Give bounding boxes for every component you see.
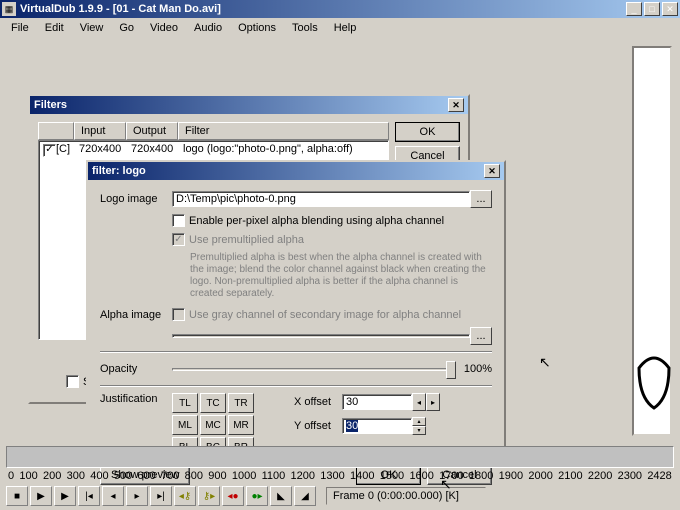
prev-button[interactable]: ◂	[102, 486, 124, 506]
ruler: 0100200300400500600700800900100011001200…	[6, 470, 674, 482]
timeline[interactable]	[6, 446, 674, 468]
play-input-button[interactable]: ▶	[30, 486, 52, 506]
menu-help[interactable]: Help	[327, 20, 364, 36]
col-check[interactable]	[38, 122, 74, 140]
filters-titlebar[interactable]: Filters ✕	[30, 96, 468, 114]
scene-prev-button[interactable]: ◂●	[222, 486, 244, 506]
menu-audio[interactable]: Audio	[187, 20, 229, 36]
menubar: File Edit View Go Video Audio Options To…	[0, 18, 680, 38]
menu-tools[interactable]: Tools	[285, 20, 325, 36]
status-bar: Frame 0 (0:00:00.000) [K]	[326, 487, 486, 505]
premult-checkbox: ✓	[172, 233, 185, 246]
just-tl[interactable]: TL	[172, 393, 198, 413]
alpha-browse-button[interactable]: ...	[470, 327, 492, 345]
filters-ok-button[interactable]: OK	[395, 122, 460, 142]
maximize-button[interactable]: □	[644, 2, 660, 16]
scene-next-button[interactable]: ●▸	[246, 486, 268, 506]
x-right-button[interactable]: ▸	[426, 393, 440, 411]
logo-image-input[interactable]: D:\Temp\pic\photo-0.png	[172, 191, 470, 207]
menu-view[interactable]: View	[73, 20, 111, 36]
show-image-checkbox[interactable]	[66, 375, 79, 388]
mark-in-button[interactable]: ◣	[270, 486, 292, 506]
browse-button[interactable]: ...	[470, 190, 492, 208]
table-row[interactable]: ✓[C] 720x400 720x400 logo (logo:"photo-0…	[39, 141, 388, 159]
app-title: VirtualDub 1.9.9 - [01 - Cat Man Do.avi]	[20, 3, 626, 15]
gray-label: Use gray channel of secondary image for …	[189, 309, 461, 321]
just-mr[interactable]: MR	[228, 415, 254, 435]
app-icon: ▦	[2, 2, 16, 16]
end-button[interactable]: ▸|	[150, 486, 172, 506]
menu-file[interactable]: File	[4, 20, 36, 36]
gray-checkbox	[172, 308, 185, 321]
just-tc[interactable]: TC	[200, 393, 226, 413]
filters-close-icon[interactable]: ✕	[448, 98, 464, 112]
mark-out-button[interactable]: ◢	[294, 486, 316, 506]
logo-close-icon[interactable]: ✕	[484, 164, 500, 178]
menu-edit[interactable]: Edit	[38, 20, 71, 36]
col-input[interactable]: Input	[74, 122, 126, 140]
logo-titlebar[interactable]: filter: logo ✕	[88, 162, 504, 180]
minimize-button[interactable]: _	[626, 2, 642, 16]
opacity-label: Opacity	[100, 363, 172, 375]
alpha-image-label: Alpha image	[100, 309, 172, 321]
opacity-slider[interactable]	[172, 359, 456, 379]
key-prev-button[interactable]: ◂⚷	[174, 486, 196, 506]
alpha-image-input	[172, 334, 470, 338]
next-button[interactable]: ▸	[126, 486, 148, 506]
x-offset-input[interactable]: 30	[342, 394, 412, 410]
stop-button[interactable]: ■	[6, 486, 28, 506]
y-spin-down[interactable]: ▾	[412, 426, 426, 435]
filters-title: Filters	[34, 99, 67, 111]
col-filter[interactable]: Filter	[178, 122, 389, 140]
enable-alpha-checkbox[interactable]	[172, 214, 185, 227]
premult-help: Premultiplied alpha is best when the alp…	[190, 252, 492, 300]
col-output[interactable]: Output	[126, 122, 178, 140]
enable-alpha-label: Enable per-pixel alpha blending using al…	[189, 215, 444, 227]
app-titlebar: ▦ VirtualDub 1.9.9 - [01 - Cat Man Do.av…	[0, 0, 680, 18]
y-offset-label: Y offset	[294, 420, 342, 432]
premult-label: Use premultiplied alpha	[189, 234, 304, 246]
menu-go[interactable]: Go	[112, 20, 141, 36]
justification-label: Justification	[100, 393, 172, 405]
logo-image-label: Logo image	[100, 193, 172, 205]
just-mc[interactable]: MC	[200, 415, 226, 435]
y-spin-up[interactable]: ▴	[412, 417, 426, 426]
menu-options[interactable]: Options	[231, 20, 283, 36]
y-offset-input[interactable]: 30	[342, 418, 412, 434]
close-button[interactable]: ✕	[662, 2, 678, 16]
logo-dialog: filter: logo ✕ Logo image D:\Temp\pic\ph…	[86, 160, 506, 450]
just-tr[interactable]: TR	[228, 393, 254, 413]
menu-video[interactable]: Video	[143, 20, 185, 36]
x-offset-label: X offset	[294, 396, 342, 408]
start-button[interactable]: |◂	[78, 486, 100, 506]
x-left-button[interactable]: ◂	[412, 393, 426, 411]
opacity-value: 100%	[464, 363, 492, 375]
key-next-button[interactable]: ⚷▸	[198, 486, 220, 506]
just-ml[interactable]: ML	[172, 415, 198, 435]
play-output-button[interactable]: ▶	[54, 486, 76, 506]
video-canvas	[632, 46, 672, 436]
logo-title: filter: logo	[92, 165, 146, 177]
row-checkbox[interactable]: ✓	[43, 144, 56, 157]
playback-toolbar: ■ ▶ ▶ |◂ ◂ ▸ ▸| ◂⚷ ⚷▸ ◂● ●▸ ◣ ◢ Frame 0 …	[6, 486, 486, 506]
